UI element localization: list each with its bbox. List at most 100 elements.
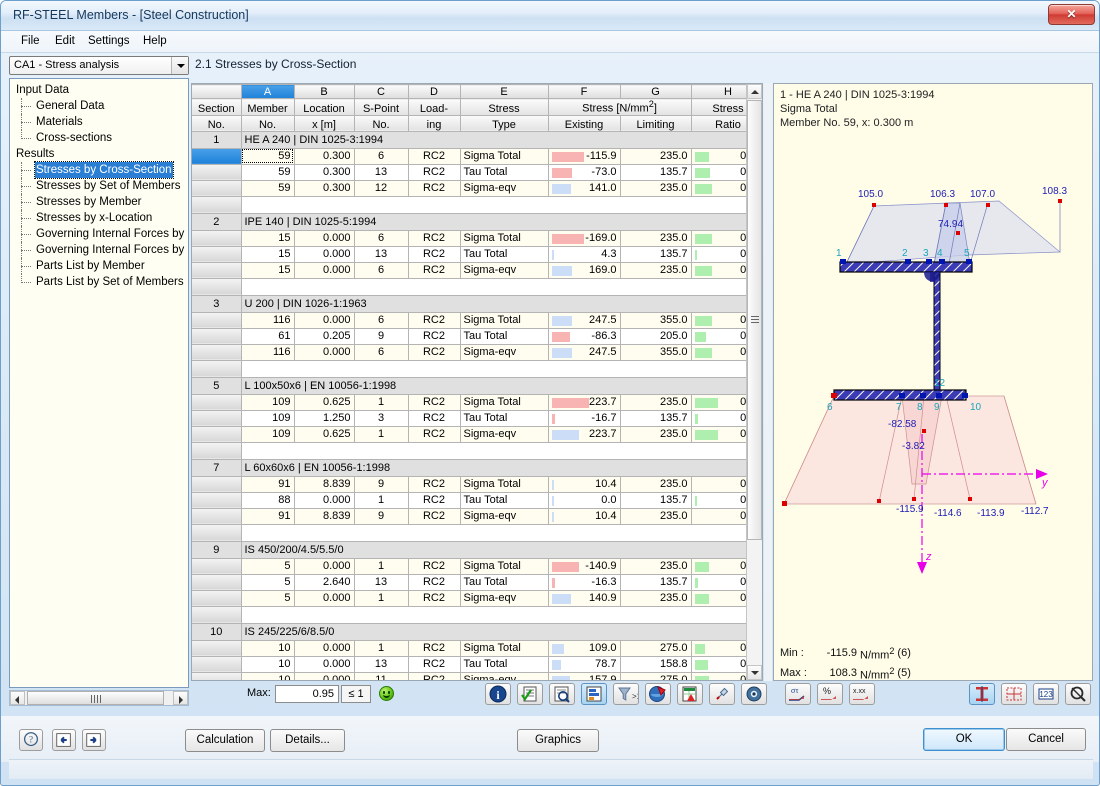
- cell-s-point[interactable]: 3: [354, 410, 409, 427]
- view-mode-button[interactable]: [741, 683, 767, 705]
- cell-stress-type[interactable]: Tau Total: [460, 574, 549, 591]
- column-letter-none[interactable]: [192, 84, 242, 99]
- filter-button[interactable]: >1: [613, 683, 639, 705]
- cell-stress-existing[interactable]: -16.7: [548, 410, 621, 427]
- cell-s-point[interactable]: 1: [354, 394, 409, 411]
- column-letter-C[interactable]: C: [354, 84, 409, 99]
- cell-stress-existing[interactable]: 4.3: [548, 246, 621, 263]
- cell-member-no[interactable]: 59: [241, 148, 295, 165]
- cell-stress-type[interactable]: Tau Total: [460, 410, 549, 427]
- cell-stress-type[interactable]: Tau Total: [460, 164, 549, 181]
- section-name[interactable]: L 60x60x6 | EN 10056-1:1998: [241, 459, 762, 477]
- cell-stress-existing[interactable]: -16.3: [548, 574, 621, 591]
- cell-loading[interactable]: RC2: [408, 672, 461, 680]
- column-letter-F[interactable]: F: [548, 84, 621, 99]
- tree-item-cross-sections[interactable]: Cross-sections: [10, 130, 188, 146]
- row-selector[interactable]: [192, 180, 242, 197]
- cell-stress-existing[interactable]: -115.9: [548, 148, 621, 165]
- scroll-right-icon[interactable]: [173, 691, 188, 705]
- tree-item-stresses-by-member[interactable]: Stresses by Member: [10, 194, 188, 210]
- cell-s-point[interactable]: 9: [354, 508, 409, 525]
- cell-stress-existing[interactable]: -86.3: [548, 328, 621, 345]
- numeric-values-button[interactable]: x.xx: [849, 683, 875, 705]
- cell-stress-limiting[interactable]: 355.0: [620, 312, 692, 329]
- row-selector[interactable]: [192, 476, 242, 493]
- tree-item-governing-forces-by-set[interactable]: Governing Internal Forces by S: [10, 242, 188, 258]
- cell-member-no[interactable]: 61: [241, 328, 295, 345]
- cell-loading[interactable]: RC2: [408, 508, 461, 525]
- row-selector[interactable]: [192, 574, 242, 591]
- table-vertical-scrollbar[interactable]: [746, 84, 762, 680]
- cell-member-no[interactable]: 91: [241, 508, 295, 525]
- printout-button[interactable]: [645, 683, 671, 705]
- cell-loading[interactable]: RC2: [408, 656, 461, 673]
- cell-stress-limiting[interactable]: 275.0: [620, 640, 692, 657]
- cell-s-point[interactable]: 6: [354, 262, 409, 279]
- row-selector[interactable]: [192, 410, 242, 427]
- cell-stress-existing[interactable]: 169.0: [548, 262, 621, 279]
- row-selector[interactable]: [192, 508, 242, 525]
- cell-member-no[interactable]: 15: [241, 230, 295, 247]
- row-selector[interactable]: [192, 278, 242, 296]
- cell-location[interactable]: 8.839: [294, 508, 355, 525]
- next-button[interactable]: [82, 729, 106, 751]
- cell-loading[interactable]: RC2: [408, 558, 461, 575]
- cell-stress-existing[interactable]: -73.0: [548, 164, 621, 181]
- tree-item-parts-list-by-member[interactable]: Parts List by Member: [10, 258, 188, 274]
- cell-stress-type[interactable]: Tau Total: [460, 246, 549, 263]
- menu-file[interactable]: File: [13, 34, 48, 51]
- tree-item-general-data[interactable]: General Data: [10, 98, 188, 114]
- scroll-left-icon[interactable]: [10, 691, 25, 705]
- info-button[interactable]: i: [485, 683, 511, 705]
- details-button[interactable]: Details...: [270, 729, 345, 752]
- help-button[interactable]: ?: [19, 729, 43, 751]
- filter-view-button[interactable]: [549, 683, 575, 705]
- cell-location[interactable]: 0.625: [294, 394, 355, 411]
- cell-stress-existing[interactable]: -223.7: [548, 394, 621, 411]
- cell-stress-type[interactable]: Sigma-eqv: [460, 590, 549, 607]
- row-selector[interactable]: [192, 656, 242, 673]
- column-letter-G[interactable]: G: [620, 84, 692, 99]
- row-selector[interactable]: [192, 672, 242, 680]
- row-selector[interactable]: [192, 344, 242, 361]
- cell-stress-limiting[interactable]: 135.7: [620, 492, 692, 509]
- cell-stress-existing[interactable]: -169.0: [548, 230, 621, 247]
- graphics-button[interactable]: Graphics: [517, 729, 599, 752]
- cell-location[interactable]: 0.000: [294, 558, 355, 575]
- cell-stress-limiting[interactable]: 235.0: [620, 426, 692, 443]
- cell-loading[interactable]: RC2: [408, 246, 461, 263]
- section-name[interactable]: IS 450/200/4.5/5.5/0: [241, 541, 762, 559]
- tree-item-parts-list-by-set-of-members[interactable]: Parts List by Set of Members: [10, 274, 188, 290]
- section-name[interactable]: IS 245/225/6/8.5/0: [241, 623, 762, 641]
- cell-loading[interactable]: RC2: [408, 426, 461, 443]
- cell-stress-existing[interactable]: 141.0: [548, 180, 621, 197]
- stress-values-button[interactable]: στ: [785, 683, 811, 705]
- row-selector[interactable]: [192, 328, 242, 345]
- cell-stress-existing[interactable]: 247.5: [548, 312, 621, 329]
- cell-member-no[interactable]: 10: [241, 672, 295, 680]
- cell-stress-limiting[interactable]: 275.0: [620, 672, 692, 680]
- cell-stress-type[interactable]: Sigma-eqv: [460, 672, 549, 680]
- section-name[interactable]: U 200 | DIN 1026-1:1963: [241, 295, 762, 313]
- cell-loading[interactable]: RC2: [408, 328, 461, 345]
- cell-location[interactable]: 0.300: [294, 164, 355, 181]
- cell-s-point[interactable]: 9: [354, 476, 409, 493]
- cell-loading[interactable]: RC2: [408, 410, 461, 427]
- cell-loading[interactable]: RC2: [408, 262, 461, 279]
- tree-item-materials[interactable]: Materials: [10, 114, 188, 130]
- cell-loading[interactable]: RC2: [408, 640, 461, 657]
- row-selector[interactable]: [192, 426, 242, 443]
- cell-loading[interactable]: RC2: [408, 492, 461, 509]
- cell-s-point[interactable]: 9: [354, 328, 409, 345]
- cell-stress-limiting[interactable]: 235.0: [620, 262, 692, 279]
- cell-stress-type[interactable]: Sigma-eqv: [460, 344, 549, 361]
- cell-s-point[interactable]: 6: [354, 312, 409, 329]
- cell-location[interactable]: 0.000: [294, 492, 355, 509]
- cell-location[interactable]: 8.839: [294, 476, 355, 493]
- row-selector[interactable]: [192, 606, 242, 624]
- cell-stress-limiting[interactable]: 235.0: [620, 148, 692, 165]
- cell-location[interactable]: 0.000: [294, 262, 355, 279]
- row-selector[interactable]: [192, 246, 242, 263]
- row-selector[interactable]: [192, 590, 242, 607]
- select-button[interactable]: [709, 683, 735, 705]
